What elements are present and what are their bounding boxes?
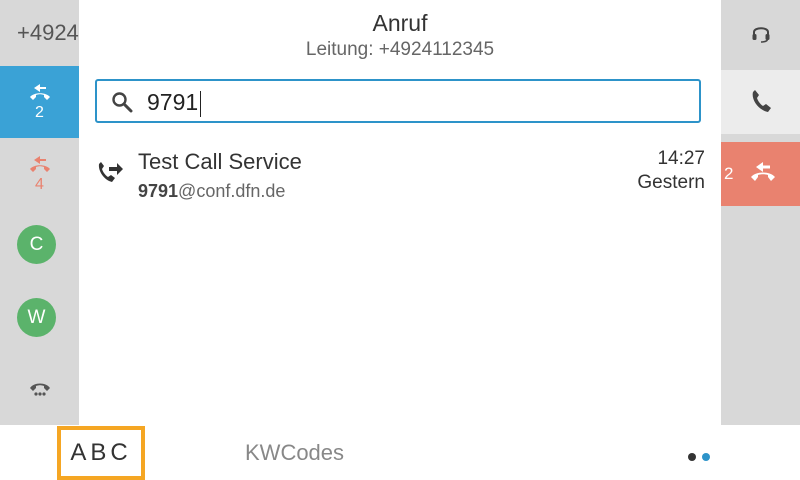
- missed-call-icon: [29, 156, 50, 172]
- phone-icon: [752, 90, 771, 112]
- result-day: Gestern: [637, 172, 705, 193]
- main-panel: Anruf Leitung: +4924112345 9791 Test Cal…: [79, 0, 721, 425]
- page-dot-2: [702, 453, 710, 461]
- phone-hold-icon: [29, 383, 50, 396]
- abc-softkey[interactable]: ABC: [57, 426, 145, 480]
- result-address: 9791@conf.dfn.de: [138, 181, 285, 202]
- left-sidebar: +4924 2 4 C W: [0, 0, 79, 425]
- voicemail-slot[interactable]: [0, 360, 79, 415]
- call-button[interactable]: [721, 70, 800, 134]
- result-time: 14:27: [657, 148, 705, 169]
- text-cursor: [200, 90, 202, 117]
- missed-calls-count: 2: [724, 164, 734, 183]
- softkey-bar: ABC KWCodes: [0, 425, 800, 480]
- missed-call-slot[interactable]: 4: [0, 138, 79, 210]
- headset-button[interactable]: [721, 10, 800, 55]
- address-domain: @conf.dfn.de: [178, 181, 286, 201]
- kwcodes-softkey[interactable]: KWCodes: [245, 440, 344, 466]
- active-call-slot[interactable]: 2: [0, 66, 79, 138]
- page-indicator[interactable]: [688, 448, 716, 461]
- contact-avatar-w[interactable]: W: [17, 298, 56, 337]
- contact-avatar-c[interactable]: C: [17, 225, 56, 264]
- active-call-count: 2: [35, 104, 44, 121]
- call-forward-icon: [98, 162, 123, 182]
- right-sidebar: 2: [721, 0, 800, 425]
- search-value: 9791: [147, 89, 199, 115]
- search-icon: [112, 92, 133, 113]
- result-row[interactable]: Test Call Service 9791@conf.dfn.de 14:27…: [79, 140, 721, 210]
- search-input[interactable]: 9791: [147, 88, 202, 117]
- search-field[interactable]: 9791: [95, 79, 701, 123]
- missed-calls-button[interactable]: 2: [721, 142, 800, 206]
- address-match: 9791: [138, 181, 179, 201]
- page-dot-1: [688, 453, 696, 461]
- page-title: Anruf: [372, 10, 428, 36]
- headset-icon: [752, 26, 769, 43]
- missed-call-count: 4: [35, 176, 44, 193]
- call-transfer-icon: [29, 84, 50, 100]
- line-subtitle: Leitung: +4924112345: [305, 39, 495, 60]
- line-number: +4924: [17, 20, 79, 45]
- missed-call-icon: [751, 162, 775, 181]
- result-name: Test Call Service: [138, 149, 302, 174]
